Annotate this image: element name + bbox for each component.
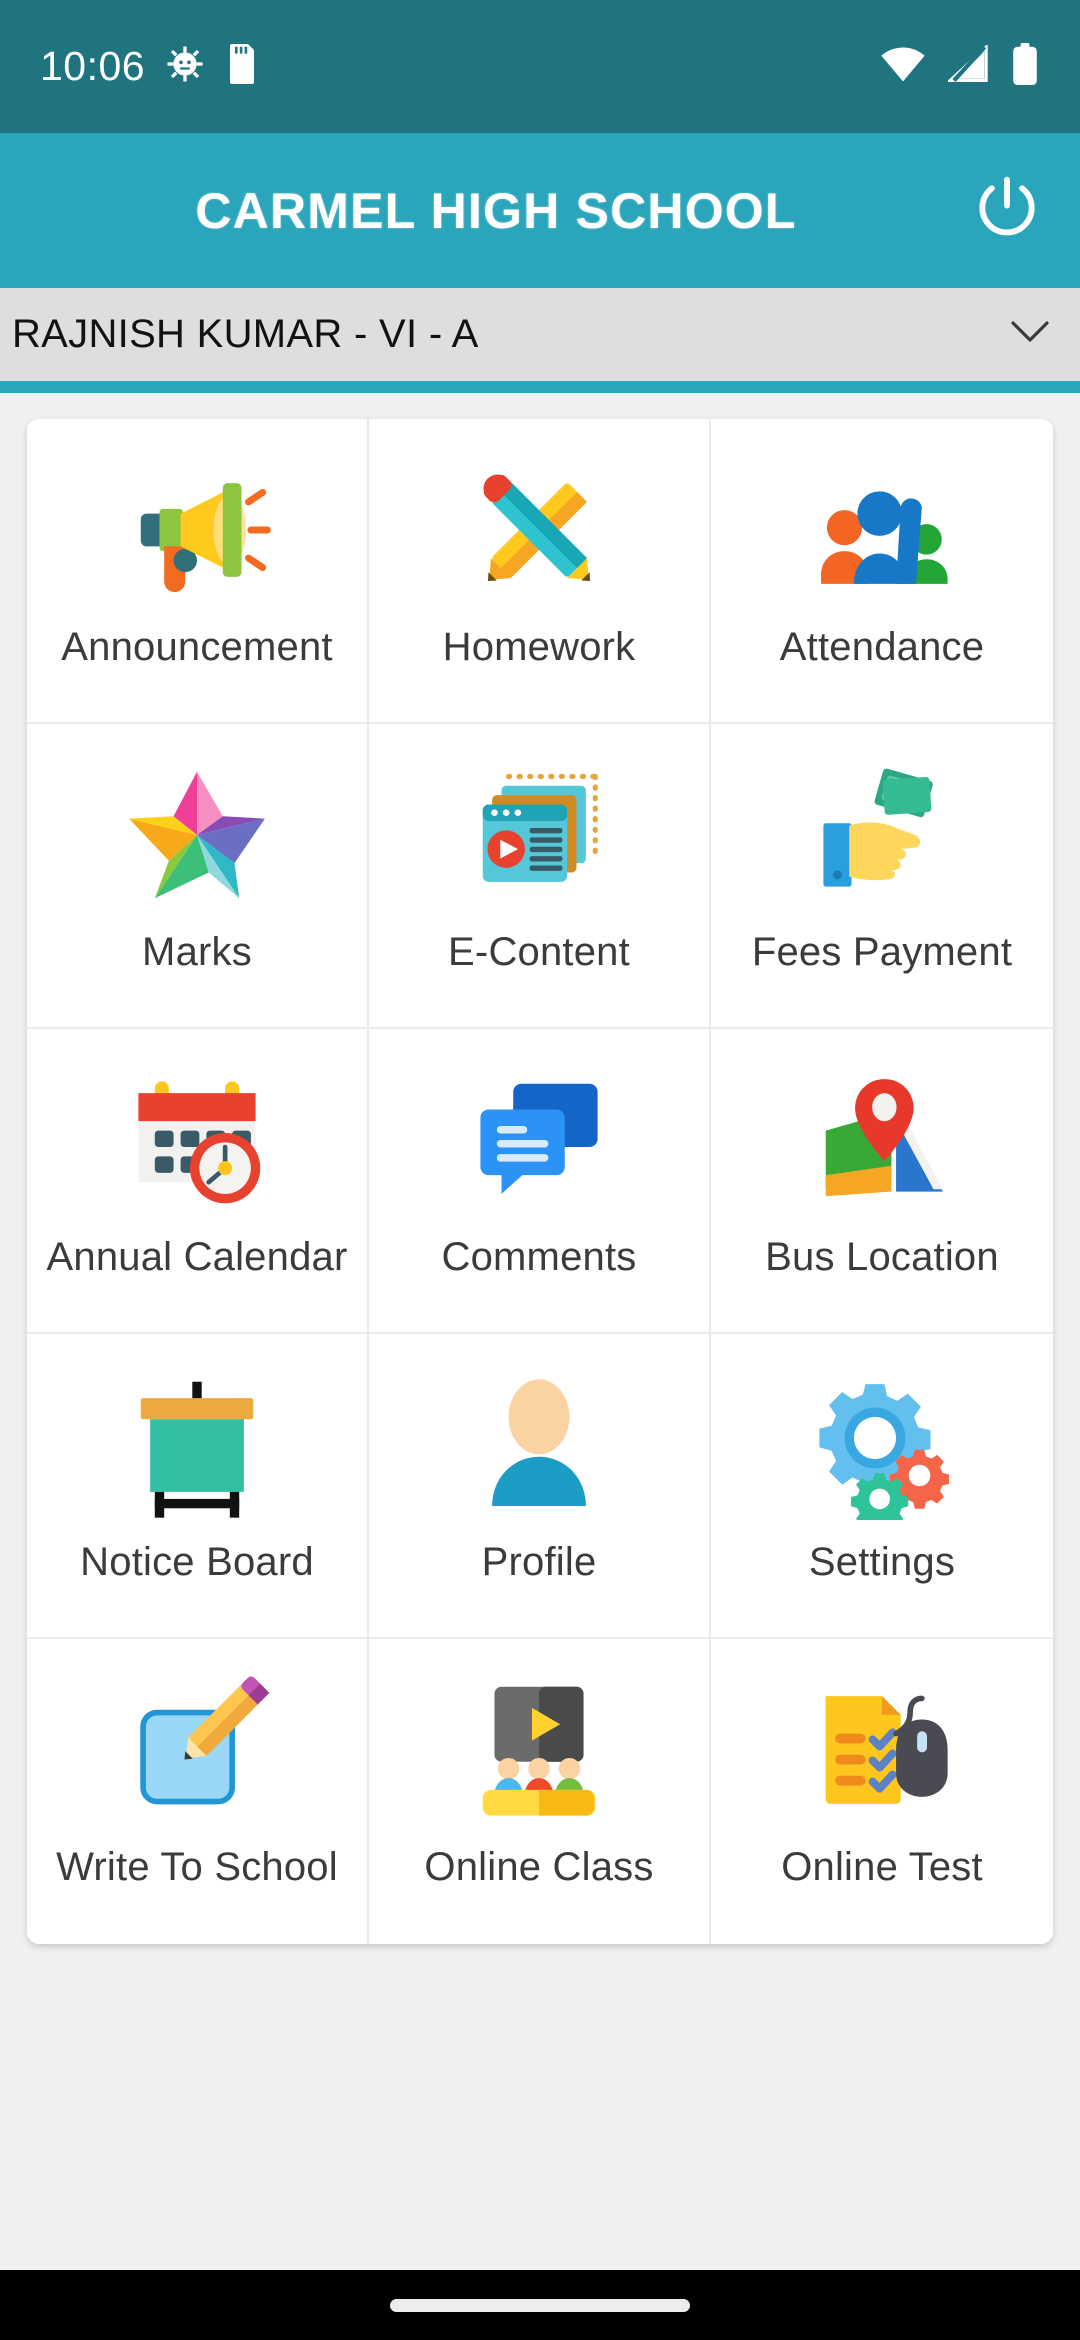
menu-tile-annual-calendar[interactable]: Annual Calendar — [27, 1029, 369, 1334]
app-bar: CARMEL HIGH SCHOOL — [0, 133, 1080, 288]
menu-tile-homework[interactable]: Homework — [369, 419, 711, 724]
menu-tile-marks[interactable]: Marks — [27, 724, 369, 1029]
menu-tile-online-class[interactable]: Online Class — [369, 1639, 711, 1944]
menu-tile-attendance[interactable]: Attendance — [711, 419, 1053, 724]
menu-tile-label: Settings — [808, 1540, 956, 1584]
menu-tile-label: Fees Payment — [751, 930, 1013, 974]
status-bar-right — [880, 43, 1038, 90]
menu-tile-settings[interactable]: Settings — [711, 1334, 1053, 1639]
main-content: Announcement Homework Attendance Marks E… — [0, 393, 1080, 2340]
pencil-note-icon — [122, 1675, 272, 1825]
phone-screen: 10:06 CARMEL HIGH SCHOOL RAJNISH KUMAR -… — [0, 0, 1080, 2340]
status-clock: 10:06 — [40, 43, 146, 89]
menu-tile-label: Profile — [481, 1540, 597, 1584]
map-pin-icon — [807, 1065, 957, 1215]
chat-bubbles-icon — [464, 1065, 614, 1215]
battery-full-icon — [1012, 43, 1038, 90]
menu-tile-comments[interactable]: Comments — [369, 1029, 711, 1334]
crossed-pencils-icon — [464, 455, 614, 605]
megaphone-icon — [122, 455, 272, 605]
status-bar-left: 10:06 — [40, 44, 257, 89]
sd-card-icon — [225, 44, 257, 89]
android-debug-icon — [165, 44, 205, 89]
wifi-icon — [880, 45, 926, 88]
menu-tile-label: Online Class — [424, 1845, 654, 1889]
gears-icon — [807, 1370, 957, 1520]
menu-tile-fees-payment[interactable]: Fees Payment — [711, 724, 1053, 1029]
menu-tile-label: E-Content — [448, 930, 630, 974]
classroom-screen-icon — [464, 1675, 614, 1825]
menu-tile-profile[interactable]: Profile — [369, 1334, 711, 1639]
app-title: CARMEL HIGH SCHOOL — [195, 182, 797, 239]
menu-tile-online-test[interactable]: Online Test — [711, 1639, 1053, 1944]
power-icon — [970, 171, 1044, 250]
stacked-media-windows-icon — [464, 760, 614, 910]
menu-tile-announcement[interactable]: Announcement — [27, 419, 369, 724]
colorful-star-icon — [122, 760, 272, 910]
menu-tile-label: Annual Calendar — [46, 1235, 348, 1279]
menu-tile-label: Attendance — [779, 625, 985, 669]
signal-none-icon — [946, 43, 990, 88]
checklist-mouse-icon — [807, 1675, 957, 1825]
notice-board-icon — [122, 1370, 272, 1520]
chevron-down-icon — [1010, 319, 1050, 350]
menu-tile-label: Homework — [442, 625, 636, 669]
system-navigation-bar — [0, 2270, 1080, 2340]
student-selector-value: RAJNISH KUMAR - VI - A — [12, 312, 479, 356]
home-indicator[interactable] — [390, 2298, 690, 2312]
menu-tile-label: Write To School — [56, 1845, 338, 1889]
menu-tile-label: Announcement — [61, 625, 333, 669]
hand-with-money-icon — [807, 760, 957, 910]
menu-tile-e-content[interactable]: E-Content — [369, 724, 711, 1029]
calendar-clock-icon — [122, 1065, 272, 1215]
student-selector[interactable]: RAJNISH KUMAR - VI - A — [0, 288, 1080, 381]
accent-divider — [0, 381, 1080, 393]
menu-grid: Announcement Homework Attendance Marks E… — [27, 419, 1053, 1944]
menu-tile-bus-location[interactable]: Bus Location — [711, 1029, 1053, 1334]
user-avatar-icon — [464, 1370, 614, 1520]
menu-tile-label: Comments — [441, 1235, 637, 1279]
menu-tile-notice-board[interactable]: Notice Board — [27, 1334, 369, 1639]
menu-tile-label: Online Test — [781, 1845, 983, 1889]
menu-tile-label: Marks — [142, 930, 252, 974]
people-raised-hand-icon — [807, 455, 957, 605]
menu-tile-write-to-school[interactable]: Write To School — [27, 1639, 369, 1944]
logout-button[interactable] — [952, 171, 1062, 250]
status-bar: 10:06 — [0, 0, 1080, 133]
menu-tile-label: Bus Location — [765, 1235, 999, 1279]
menu-tile-label: Notice Board — [80, 1540, 314, 1584]
